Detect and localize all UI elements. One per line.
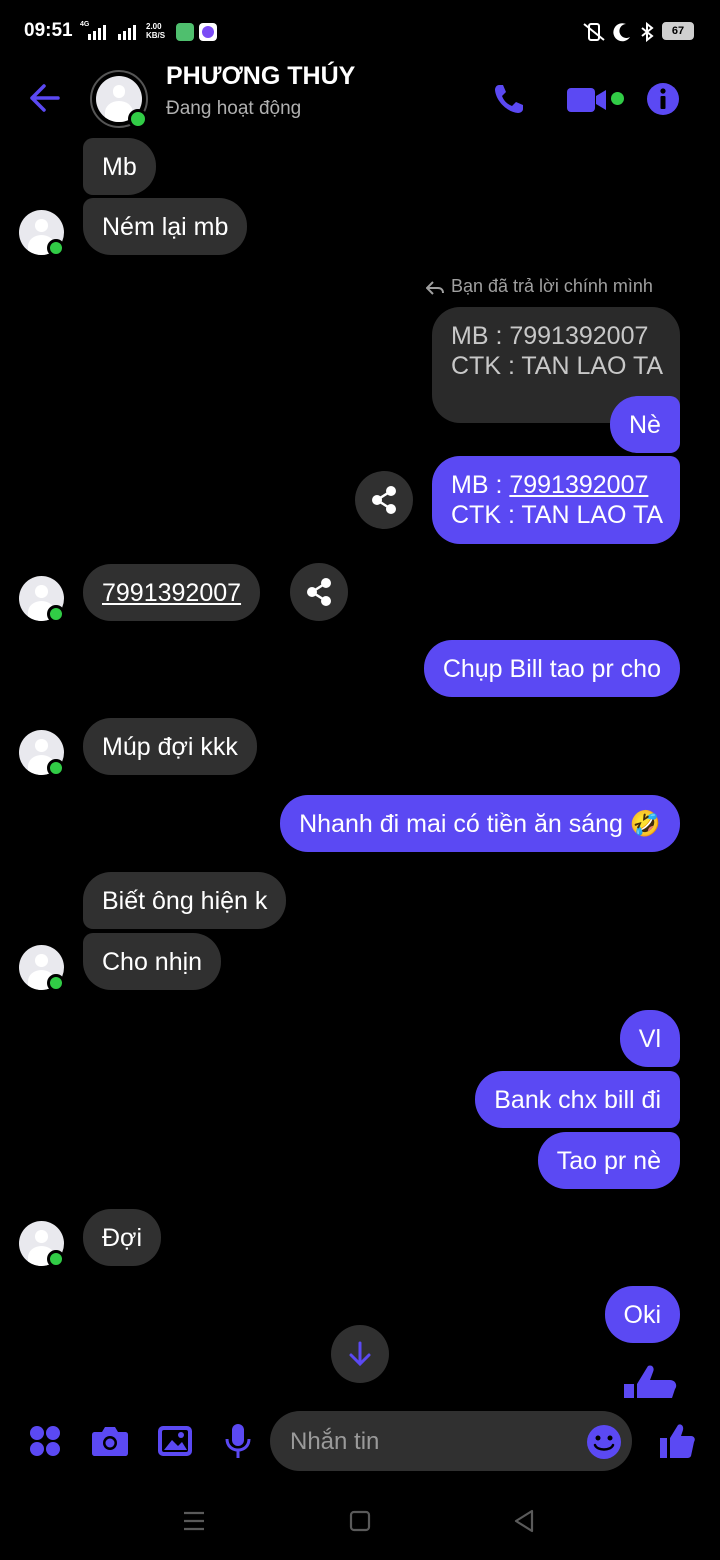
message-outgoing[interactable]: MB : 7991392007 CTK : TAN LAO TA (432, 456, 680, 544)
contact-status: Đang hoạt động (166, 98, 302, 119)
message-incoming[interactable]: 7991392007 (83, 564, 261, 621)
online-indicator (47, 759, 65, 777)
account-number-link[interactable]: 7991392007 (102, 579, 241, 607)
info-icon[interactable] (646, 82, 680, 116)
camera-icon[interactable] (91, 1424, 129, 1458)
thumbs-up-icon[interactable] (658, 1422, 696, 1460)
contact-name[interactable]: PHƯƠNG THÚY (166, 62, 355, 91)
emoji-icon[interactable] (586, 1424, 622, 1460)
share-icon (307, 578, 331, 606)
bluetooth-icon (641, 22, 654, 42)
message-incoming[interactable]: Cho nhịn (83, 933, 222, 990)
reply-note: Bạn đã trả lời chính mình (451, 276, 653, 296)
video-active-dot (611, 92, 624, 105)
online-indicator (47, 239, 65, 257)
messenger-notification-icon (199, 23, 217, 41)
share-button[interactable] (290, 563, 348, 621)
message-incoming[interactable]: Biết ông hiện k (83, 872, 287, 929)
vibrate-icon (583, 23, 605, 41)
app-notification-icon (176, 23, 194, 41)
account-number-link[interactable]: 7991392007 (509, 471, 648, 499)
message-outgoing[interactable]: Nè (610, 396, 680, 453)
share-icon (372, 486, 396, 514)
apps-icon[interactable] (28, 1424, 62, 1458)
share-button[interactable] (355, 471, 413, 529)
message-incoming[interactable]: Đợi (83, 1209, 162, 1266)
online-indicator (128, 109, 148, 129)
nav-back-icon[interactable] (512, 1508, 536, 1534)
online-indicator (47, 1250, 65, 1268)
moon-icon (613, 23, 630, 42)
back-arrow-icon[interactable] (28, 82, 62, 114)
mic-icon[interactable] (224, 1422, 252, 1460)
reply-icon (426, 281, 444, 295)
status-time: 09:51 (24, 20, 73, 41)
scroll-down-button[interactable] (331, 1325, 389, 1383)
phone-icon[interactable] (492, 82, 526, 116)
online-indicator (47, 605, 65, 623)
message-outgoing[interactable]: Bank chx bill đi (475, 1071, 680, 1128)
battery-indicator: 67 (662, 22, 694, 40)
message-incoming[interactable]: Ném lại mb (83, 198, 248, 255)
nav-menu-icon[interactable] (182, 1510, 206, 1532)
network-speed: 2.00 KB/S (146, 22, 166, 40)
message-outgoing[interactable]: Chụp Bill tao pr cho (423, 640, 680, 697)
message-incoming[interactable]: Mb (83, 138, 156, 195)
message-outgoing[interactable]: Oki (604, 1286, 680, 1343)
scroll-down-icon (349, 1341, 371, 1367)
signal-icon (88, 25, 136, 40)
message-input-placeholder: Nhắn tin (290, 1428, 380, 1455)
sent-thumbs-up-icon (624, 1365, 677, 1398)
message-incoming[interactable]: Múp đợi kkk (83, 718, 257, 775)
message-outgoing[interactable]: Vl (619, 1010, 680, 1067)
online-indicator (47, 974, 65, 992)
gallery-icon[interactable] (157, 1424, 193, 1458)
message-outgoing[interactable]: Tao pr nè (537, 1132, 680, 1189)
message-outgoing[interactable]: Nhanh đi mai có tiền ăn sáng 🤣 (280, 795, 680, 852)
video-icon[interactable] (566, 86, 608, 114)
nav-home-icon[interactable] (348, 1510, 372, 1532)
